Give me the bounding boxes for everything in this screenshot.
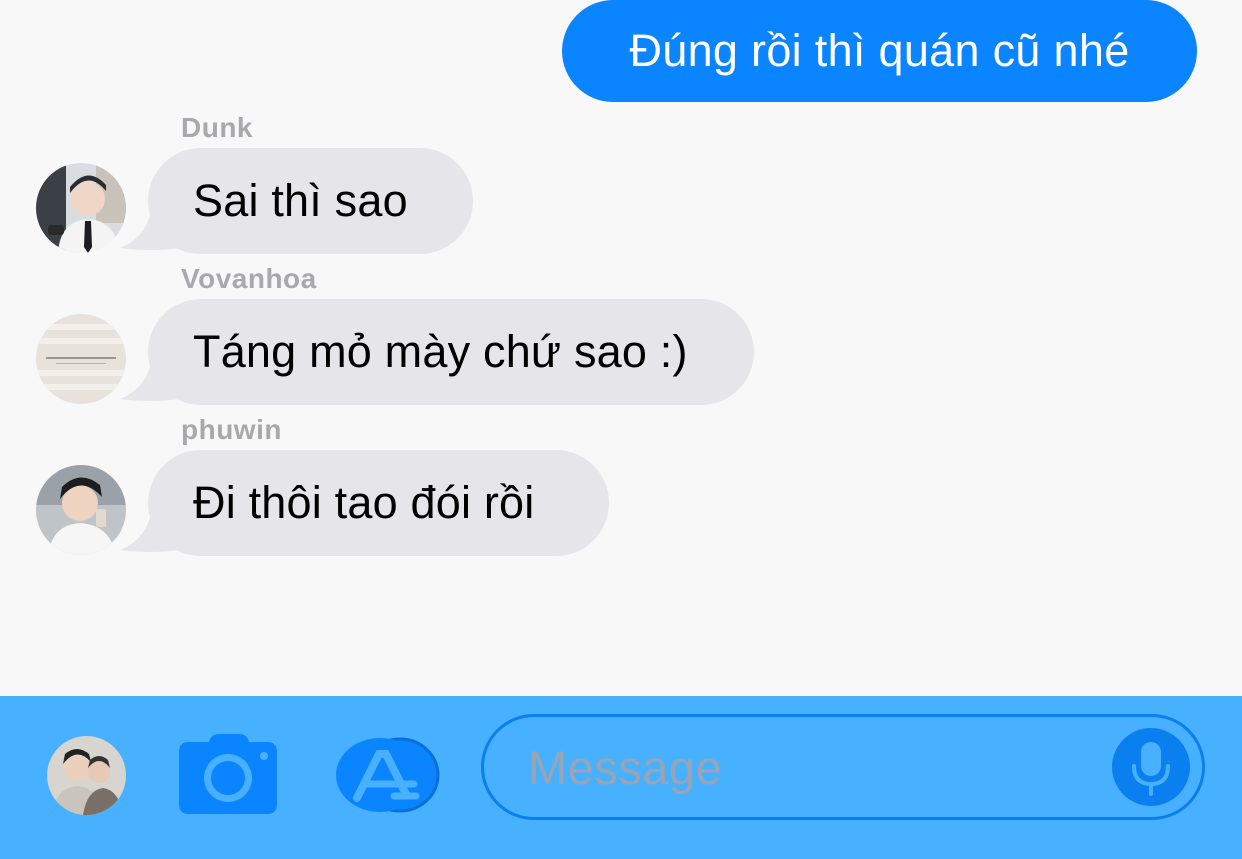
outgoing-message-text: Đúng rồi thì quán cũ nhé (629, 25, 1130, 76)
incoming-message-bubble[interactable]: Đi thôi tao đói rồi (148, 450, 609, 556)
microphone-button[interactable] (1112, 728, 1190, 806)
sender-name: Dunk (181, 112, 253, 143)
user-avatar-photo-icon (36, 163, 126, 253)
user-avatar-photo-icon (36, 465, 126, 555)
profile-avatar-photo-icon (47, 736, 126, 815)
profile-avatar[interactable] (47, 736, 126, 815)
incoming-message-bubble[interactable]: Sai thì sao (148, 148, 473, 254)
camera-icon[interactable] (179, 734, 277, 814)
user-avatar-photo-icon (36, 314, 126, 404)
message-input[interactable]: Message (481, 714, 1205, 820)
avatar[interactable] (36, 465, 126, 555)
sender-name: Vovanhoa (181, 263, 317, 294)
app-store-icon[interactable] (334, 736, 440, 814)
avatar[interactable] (36, 314, 126, 404)
message-placeholder: Message (528, 740, 723, 794)
sender-name: phuwin (181, 414, 282, 445)
chat-area: Đúng rồi thì quán cũ nhé Dunk Sai thì sa… (0, 0, 1242, 696)
incoming-message-text: Táng mỏ mày chứ sao :) (193, 326, 688, 377)
outgoing-message-bubble[interactable]: Đúng rồi thì quán cũ nhé (562, 0, 1197, 102)
microphone-icon (1132, 742, 1170, 796)
avatar[interactable] (36, 163, 126, 253)
input-bar: Message (0, 696, 1242, 859)
incoming-message-text: Sai thì sao (193, 175, 408, 226)
incoming-message-bubble[interactable]: Táng mỏ mày chứ sao :) (148, 299, 754, 405)
incoming-message-text: Đi thôi tao đói rồi (193, 477, 535, 528)
